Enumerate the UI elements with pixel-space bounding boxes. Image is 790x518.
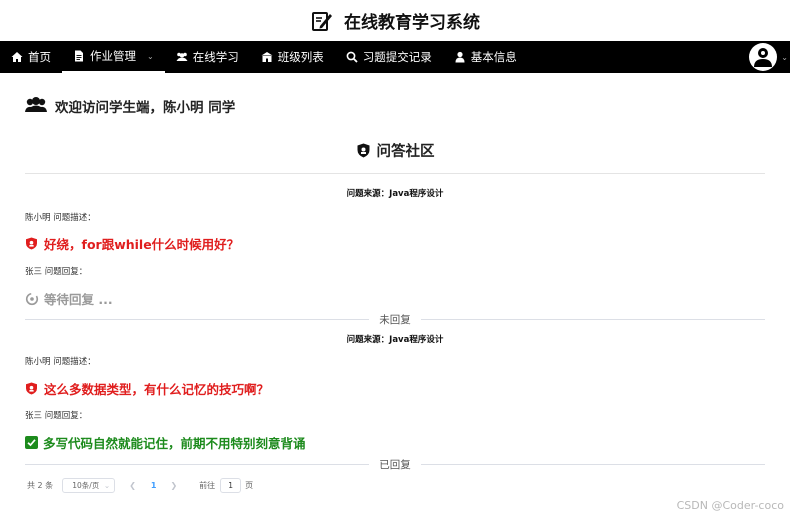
app-title: 在线教育学习系统 — [344, 13, 480, 33]
nav-item-basic-info[interactable]: 基本信息 — [443, 41, 528, 73]
page-number[interactable]: 1 — [151, 481, 157, 490]
nav-item-label: 首页 — [28, 50, 51, 64]
welcome-message: 欢迎访问学生端，陈小明 同学 — [25, 96, 235, 116]
shield-icon — [357, 143, 369, 158]
status-badge: 未回复 — [379, 313, 411, 326]
asker-label: 陈小明 问题描述： — [25, 357, 96, 367]
chevron-down-icon: ⌄ — [103, 481, 111, 490]
goto-label: 前往 — [199, 481, 216, 490]
nav-item-submission-records[interactable]: 习题提交记录 — [335, 41, 443, 73]
answer-replied: 多写代码自然就能记住，前期不用特别刻意背诵 — [25, 433, 306, 452]
page-size-value: 10条/页 — [72, 481, 100, 490]
question-text-label: 这么多数据类型，有什么记忆的技巧啊？ — [44, 382, 270, 397]
question-shield-icon — [26, 237, 37, 250]
home-icon — [11, 52, 23, 62]
checkmark-icon — [25, 436, 38, 449]
nav-item-class-list[interactable]: 班级列表 — [250, 41, 335, 73]
page-jump-input[interactable]: 1 — [220, 478, 242, 493]
asker-label: 陈小明 问题描述： — [25, 213, 96, 223]
welcome-text: 欢迎访问学生端，陈小明 同学 — [55, 100, 236, 116]
pagination: 共 2 条 10条/页 ⌄ ❮ 1 ❯ 前往 1 页 — [27, 478, 253, 493]
avatar[interactable] — [749, 43, 778, 71]
replier-label: 张三 问题回复： — [25, 411, 88, 421]
nav-item-homework[interactable]: 作业管理 ⌄ — [62, 41, 165, 73]
user-icon — [455, 51, 465, 63]
question-text-label: 好绕，for跟while什么时候用好？ — [44, 237, 240, 252]
question-source: 问题来源：Java程序设计 — [346, 189, 444, 199]
question-text: 这么多数据类型，有什么记忆的技巧啊？ — [25, 379, 269, 398]
divider — [25, 173, 765, 174]
search-icon — [346, 51, 358, 63]
nav-item-label: 班级列表 — [277, 50, 324, 64]
answer-text: 等待回复 ... — [44, 292, 113, 307]
nav-item-home[interactable]: 首页 — [0, 41, 62, 73]
replier-label: 张三 问题回复： — [25, 267, 88, 277]
status-divider: 已回复 — [25, 458, 765, 471]
school-icon — [261, 52, 273, 62]
watermark: CSDN @Coder-coco — [676, 499, 784, 512]
pagination-total: 共 2 条 — [27, 481, 54, 490]
section-title-text: 问答社区 — [376, 144, 435, 160]
section-title: 问答社区 — [0, 140, 790, 161]
page-suffix: 页 — [245, 481, 254, 490]
answer-text: 多写代码自然就能记住，前期不用特别刻意背诵 — [43, 436, 306, 451]
status-badge: 已回复 — [379, 458, 411, 471]
user-avatar-icon — [754, 48, 773, 67]
loading-icon — [25, 292, 39, 305]
nav-item-online-learning[interactable]: 在线学习 — [165, 41, 250, 73]
next-page-icon[interactable]: ❯ — [170, 481, 177, 490]
edit-document-icon — [312, 11, 332, 31]
nav-item-label: 作业管理 — [90, 49, 136, 63]
answer-pending: 等待回复 ... — [25, 289, 113, 308]
group-icon — [176, 52, 188, 61]
nav-item-label: 在线学习 — [192, 50, 239, 64]
document-icon — [75, 50, 83, 62]
users-icon — [25, 97, 47, 112]
app-header: 在线教育学习系统 — [0, 0, 790, 41]
chevron-down-icon: ⌄ — [781, 52, 788, 62]
user-menu[interactable]: ⌄ — [749, 41, 788, 73]
status-divider: 未回复 — [25, 313, 765, 326]
page-size-select[interactable]: 10条/页 ⌄ — [62, 478, 116, 493]
chevron-down-icon: ⌄ — [147, 51, 154, 61]
question-source: 问题来源：Java程序设计 — [346, 335, 444, 345]
main-nav: 首页 作业管理 ⌄ 在线学习 班级列表 习题提交记录 基本信息 ⌄ — [0, 41, 790, 73]
nav-item-label: 基本信息 — [470, 50, 517, 64]
question-shield-icon — [26, 382, 37, 395]
prev-page-icon[interactable]: ❮ — [129, 481, 136, 490]
question-text: 好绕，for跟while什么时候用好？ — [25, 234, 239, 253]
nav-item-label: 习题提交记录 — [362, 50, 432, 64]
